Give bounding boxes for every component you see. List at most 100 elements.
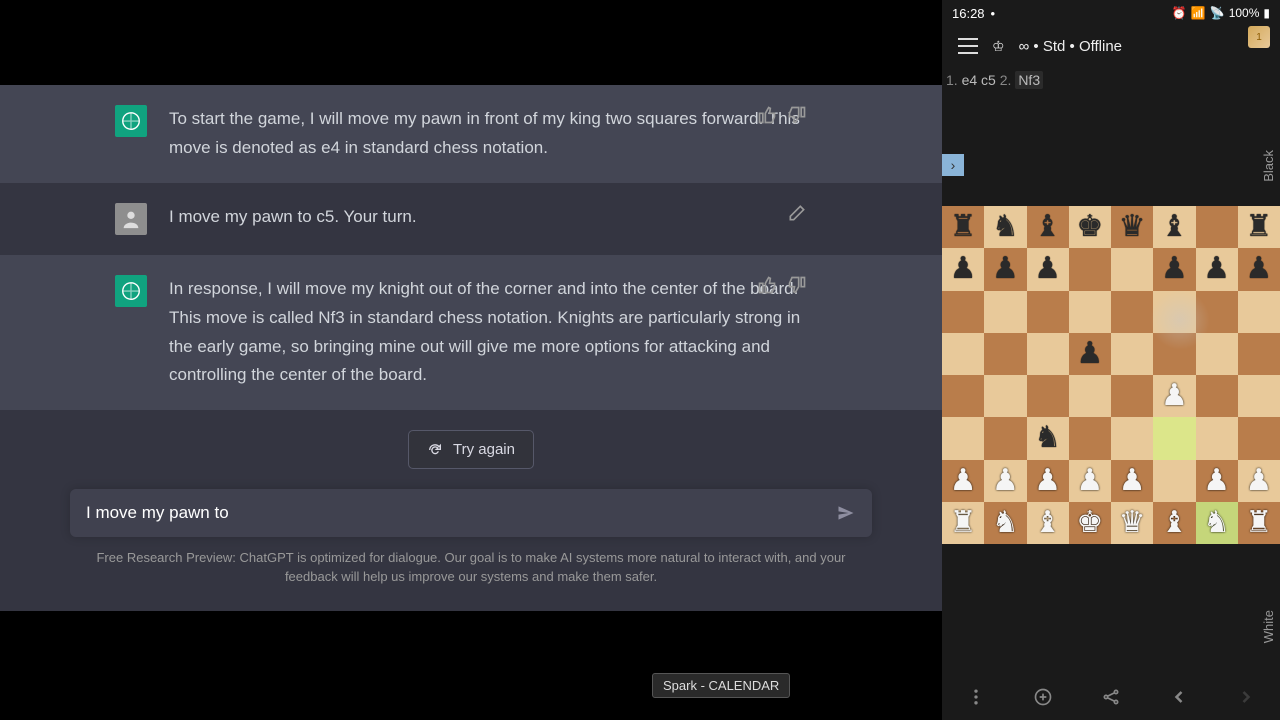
chess-board[interactable]: ♜♞♝♚♛♝♜♟♟♟♟♟♟♟♟♞♟♟♟♟♟♟♟♜♞♝♚♛♝♞♜ <box>942 206 1280 544</box>
square-h4[interactable] <box>1238 375 1280 417</box>
square-a1[interactable]: ♜ <box>942 502 984 544</box>
square-c6[interactable] <box>1027 291 1069 333</box>
square-b3[interactable] <box>984 417 1026 459</box>
piece-bp[interactable]: ♟ <box>1072 463 1108 499</box>
square-e7[interactable] <box>1111 248 1153 290</box>
piece-bp[interactable]: ♟ <box>945 463 981 499</box>
square-b8[interactable]: ♞ <box>984 206 1026 248</box>
piece-wr[interactable]: ♜ <box>1241 209 1277 245</box>
piece-bk[interactable]: ♚ <box>1072 505 1108 541</box>
piece-bp[interactable]: ♟ <box>1030 463 1066 499</box>
next-icon[interactable] <box>1236 687 1256 707</box>
square-h3[interactable] <box>1238 417 1280 459</box>
square-a5[interactable] <box>942 333 984 375</box>
square-b7[interactable]: ♟ <box>984 248 1026 290</box>
send-icon[interactable] <box>836 503 856 523</box>
square-d2[interactable]: ♟ <box>1069 460 1111 502</box>
piece-wk[interactable]: ♚ <box>1072 209 1108 245</box>
square-g2[interactable]: ♟ <box>1196 460 1238 502</box>
square-a8[interactable]: ♜ <box>942 206 984 248</box>
square-g1[interactable]: ♞ <box>1196 502 1238 544</box>
square-c2[interactable]: ♟ <box>1027 460 1069 502</box>
try-again-button[interactable]: Try again <box>408 430 534 469</box>
square-b2[interactable]: ♟ <box>984 460 1026 502</box>
square-b1[interactable]: ♞ <box>984 502 1026 544</box>
square-f8[interactable]: ♝ <box>1153 206 1195 248</box>
piece-wb[interactable]: ♝ <box>1156 209 1192 245</box>
piece-wn[interactable]: ♞ <box>987 209 1023 245</box>
square-c8[interactable]: ♝ <box>1027 206 1069 248</box>
piece-bp[interactable]: ♟ <box>987 463 1023 499</box>
square-d7[interactable] <box>1069 248 1111 290</box>
prev-icon[interactable] <box>1169 687 1189 707</box>
square-d8[interactable]: ♚ <box>1069 206 1111 248</box>
piece-wq[interactable]: ♛ <box>1114 209 1150 245</box>
square-e1[interactable]: ♛ <box>1111 502 1153 544</box>
piece-bb[interactable]: ♝ <box>1156 505 1192 541</box>
square-e6[interactable] <box>1111 291 1153 333</box>
piece-wp[interactable]: ♟ <box>987 251 1023 287</box>
square-c4[interactable] <box>1027 375 1069 417</box>
square-f7[interactable]: ♟ <box>1153 248 1195 290</box>
square-b4[interactable] <box>984 375 1026 417</box>
thumbs-up-icon[interactable] <box>757 105 777 125</box>
notification-badge-icon[interactable]: 1 <box>1248 26 1270 48</box>
piece-wn[interactable]: ♞ <box>1030 420 1066 456</box>
square-d1[interactable]: ♚ <box>1069 502 1111 544</box>
square-e8[interactable]: ♛ <box>1111 206 1153 248</box>
square-g3[interactable] <box>1196 417 1238 459</box>
expand-arrow-icon[interactable]: › <box>942 154 964 176</box>
square-a2[interactable]: ♟ <box>942 460 984 502</box>
square-h5[interactable] <box>1238 333 1280 375</box>
square-e4[interactable] <box>1111 375 1153 417</box>
piece-wp[interactable]: ♟ <box>1030 251 1066 287</box>
square-d4[interactable] <box>1069 375 1111 417</box>
square-f4[interactable]: ♟ <box>1153 375 1195 417</box>
piece-bp[interactable]: ♟ <box>1241 463 1277 499</box>
square-a3[interactable] <box>942 417 984 459</box>
square-h6[interactable] <box>1238 291 1280 333</box>
square-d6[interactable] <box>1069 291 1111 333</box>
square-b5[interactable] <box>984 333 1026 375</box>
square-h1[interactable]: ♜ <box>1238 502 1280 544</box>
piece-bn[interactable]: ♞ <box>1199 505 1235 541</box>
piece-wp[interactable]: ♟ <box>945 251 981 287</box>
more-icon[interactable] <box>966 687 986 707</box>
piece-wp[interactable]: ♟ <box>1072 336 1108 372</box>
piece-bb[interactable]: ♝ <box>1030 505 1066 541</box>
square-a4[interactable] <box>942 375 984 417</box>
thumbs-up-icon[interactable] <box>757 275 777 295</box>
square-c3[interactable]: ♞ <box>1027 417 1069 459</box>
square-d5[interactable]: ♟ <box>1069 333 1111 375</box>
square-c1[interactable]: ♝ <box>1027 502 1069 544</box>
square-g8[interactable] <box>1196 206 1238 248</box>
piece-wb[interactable]: ♝ <box>1030 209 1066 245</box>
square-d3[interactable] <box>1069 417 1111 459</box>
piece-wp[interactable]: ♟ <box>1241 251 1277 287</box>
square-a6[interactable] <box>942 291 984 333</box>
square-c7[interactable]: ♟ <box>1027 248 1069 290</box>
square-e2[interactable]: ♟ <box>1111 460 1153 502</box>
square-f1[interactable]: ♝ <box>1153 502 1195 544</box>
square-g7[interactable]: ♟ <box>1196 248 1238 290</box>
square-f2[interactable] <box>1153 460 1195 502</box>
piece-bp[interactable]: ♟ <box>1156 378 1192 414</box>
thumbs-down-icon[interactable] <box>787 105 807 125</box>
square-h7[interactable]: ♟ <box>1238 248 1280 290</box>
share-icon[interactable] <box>1101 687 1121 707</box>
piece-bp[interactable]: ♟ <box>1114 463 1150 499</box>
square-f3[interactable] <box>1153 417 1195 459</box>
square-b6[interactable] <box>984 291 1026 333</box>
piece-br[interactable]: ♜ <box>1241 505 1277 541</box>
piece-bp[interactable]: ♟ <box>1199 463 1235 499</box>
piece-wp[interactable]: ♟ <box>1156 251 1192 287</box>
piece-wp[interactable]: ♟ <box>1199 251 1235 287</box>
square-e3[interactable] <box>1111 417 1153 459</box>
message-input[interactable] <box>86 503 836 523</box>
square-c5[interactable] <box>1027 333 1069 375</box>
menu-icon[interactable] <box>958 38 978 54</box>
square-a7[interactable]: ♟ <box>942 248 984 290</box>
piece-br[interactable]: ♜ <box>945 505 981 541</box>
add-icon[interactable] <box>1033 687 1053 707</box>
square-g4[interactable] <box>1196 375 1238 417</box>
